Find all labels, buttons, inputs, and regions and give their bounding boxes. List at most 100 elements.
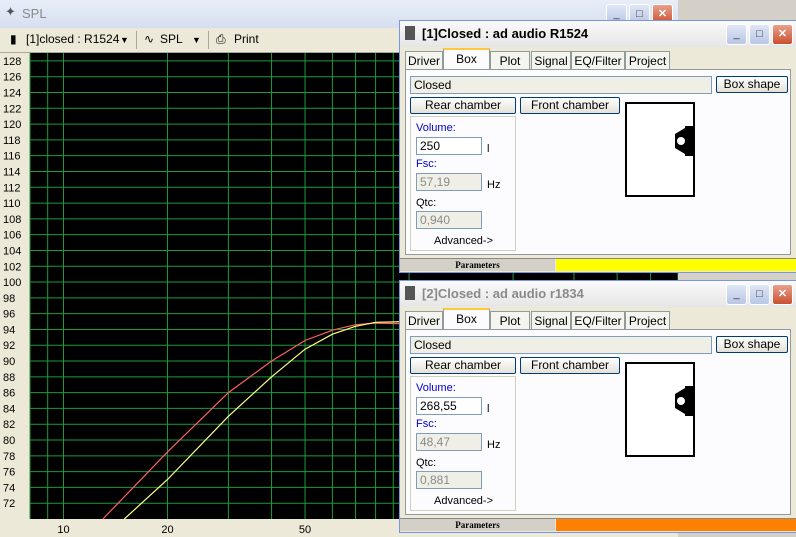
tab-box[interactable]: Box <box>443 48 490 71</box>
fsc-label: Fsc: <box>416 418 437 430</box>
window-2-minimize-button[interactable]: _ <box>726 284 747 305</box>
parameters-status-label: Parameters <box>400 519 555 531</box>
driver-select[interactable]: [1]closed : R1524 <box>26 32 119 46</box>
window-1-icon <box>405 26 415 40</box>
printer-icon: ⎙ <box>216 32 226 46</box>
window-1-minimize-button[interactable]: _ <box>726 24 747 45</box>
tab-plot[interactable]: Plot <box>490 51 530 70</box>
box-parameters-group: Volume: 268,55 l Fsc: 48,47 Hz Qtc: 0,88… <box>410 376 516 511</box>
speaker-icon <box>675 126 693 156</box>
y-tick-label: 110 <box>3 198 21 210</box>
y-tick-label: 100 <box>3 277 21 289</box>
fsc-unit: Hz <box>487 439 501 451</box>
y-tick-label: 82 <box>3 419 15 431</box>
box-parameters-group: Volume: 250 l Fsc: 57,19 Hz Qtc: 0,940 A… <box>410 116 516 251</box>
rear-chamber-button[interactable]: Rear chamber <box>410 357 516 374</box>
window-1-title-bar[interactable]: [1]Closed : ad audio R1524 _ □ ✕ <box>400 21 796 47</box>
y-tick-label: 76 <box>3 467 15 479</box>
fsc-field: 57,19 <box>416 173 482 191</box>
toolbar-separator <box>208 31 209 49</box>
y-tick-label: 122 <box>3 103 21 115</box>
advanced-button[interactable]: Advanced-> <box>434 235 493 247</box>
tab-project[interactable]: Project <box>625 311 670 330</box>
y-tick-label: 128 <box>3 56 21 68</box>
tab-signal[interactable]: Signal <box>531 51 571 70</box>
y-tick-label: 72 <box>3 498 15 510</box>
y-tick-label: 106 <box>3 230 21 242</box>
x-tick-label: 20 <box>161 524 173 536</box>
tab-driver[interactable]: Driver <box>405 51 443 70</box>
box-shape-preview <box>625 362 695 457</box>
volume-label: Volume: <box>416 382 456 394</box>
front-chamber-button[interactable]: Front chamber <box>520 97 620 114</box>
window-2-maximize-button[interactable]: □ <box>749 284 770 305</box>
window-1-title: [1]Closed : ad audio R1524 <box>422 26 589 41</box>
box-type-field: Closed <box>410 76 712 94</box>
y-tick-label: 84 <box>3 403 15 415</box>
driver-window-2: [2]Closed : ad audio r1834 _ □ ✕ Driver … <box>399 280 796 533</box>
driver-select-chevron-down-icon[interactable]: ▼ <box>120 35 129 45</box>
y-tick-label: 118 <box>3 135 21 147</box>
spl-app-icon: ✦ <box>5 4 16 19</box>
print-button[interactable]: Print <box>234 32 259 46</box>
y-tick-label: 124 <box>3 87 21 99</box>
box-panel: Closed Box shape Rear chamber Front cham… <box>405 329 791 515</box>
qtc-label: Qtc: <box>416 457 437 469</box>
y-tick-label: 112 <box>3 182 21 194</box>
y-tick-label: 120 <box>3 119 21 131</box>
rear-chamber-button[interactable]: Rear chamber <box>410 97 516 114</box>
tab-eq-filter[interactable]: EQ/Filter <box>571 51 625 70</box>
box-panel: Closed Box shape Rear chamber Front cham… <box>405 69 791 255</box>
parameters-status-indicator <box>556 519 796 531</box>
qtc-field: 0,881 <box>416 471 482 489</box>
spl-window-title: SPL <box>22 6 47 21</box>
tab-project[interactable]: Project <box>625 51 670 70</box>
advanced-button[interactable]: Advanced-> <box>434 495 493 507</box>
tab-driver[interactable]: Driver <box>405 311 443 330</box>
spl-wave-icon: ∿ <box>144 32 155 46</box>
window-2-status-bar: Parameters <box>400 518 796 532</box>
window-2-title: [2]Closed : ad audio r1834 <box>422 286 584 301</box>
y-tick-label: 102 <box>3 261 21 273</box>
volume-unit: l <box>487 403 490 415</box>
window-2-close-button[interactable]: ✕ <box>772 284 793 305</box>
volume-input[interactable]: 268,55 <box>416 397 482 415</box>
volume-unit: l <box>487 143 490 155</box>
driver-select-icon: ▮ <box>10 32 17 46</box>
y-tick-label: 94 <box>3 324 15 336</box>
y-tick-label: 96 <box>3 309 15 321</box>
y-tick-label: 98 <box>3 293 15 305</box>
box-type-field: Closed <box>410 336 712 354</box>
mode-select[interactable]: SPL <box>160 32 183 46</box>
toolbar-separator <box>136 31 137 49</box>
y-tick-label: 116 <box>3 151 21 163</box>
volume-label: Volume: <box>416 122 456 134</box>
parameters-status-indicator <box>556 259 796 271</box>
window-1-close-button[interactable]: ✕ <box>772 24 793 45</box>
y-tick-label: 92 <box>3 340 15 352</box>
tab-box[interactable]: Box <box>443 308 490 331</box>
window-1-status-bar: Parameters <box>400 258 796 272</box>
y-tick-label: 88 <box>3 372 15 384</box>
tab-eq-filter[interactable]: EQ/Filter <box>571 311 625 330</box>
y-tick-label: 108 <box>3 214 21 226</box>
x-tick-label: 50 <box>299 524 311 536</box>
driver-window-1: [1]Closed : ad audio R1524 _ □ ✕ Driver … <box>399 20 796 273</box>
box-shape-preview <box>625 102 695 197</box>
tab-plot[interactable]: Plot <box>490 311 530 330</box>
speaker-icon <box>675 386 693 416</box>
mode-select-chevron-down-icon[interactable]: ▼ <box>192 35 201 45</box>
volume-input[interactable]: 250 <box>416 137 482 155</box>
qtc-field: 0,940 <box>416 211 482 229</box>
front-chamber-button[interactable]: Front chamber <box>520 357 620 374</box>
window-2-title-bar[interactable]: [2]Closed : ad audio r1834 _ □ ✕ <box>400 281 796 307</box>
box-shape-button[interactable]: Box shape <box>716 336 788 353</box>
window-2-icon <box>405 286 415 300</box>
y-tick-label: 80 <box>3 435 15 447</box>
fsc-field: 48,47 <box>416 433 482 451</box>
tab-signal[interactable]: Signal <box>531 311 571 330</box>
fsc-unit: Hz <box>487 179 501 191</box>
box-shape-button[interactable]: Box shape <box>716 76 788 93</box>
window-1-maximize-button[interactable]: □ <box>749 24 770 45</box>
y-tick-label: 78 <box>3 451 15 463</box>
